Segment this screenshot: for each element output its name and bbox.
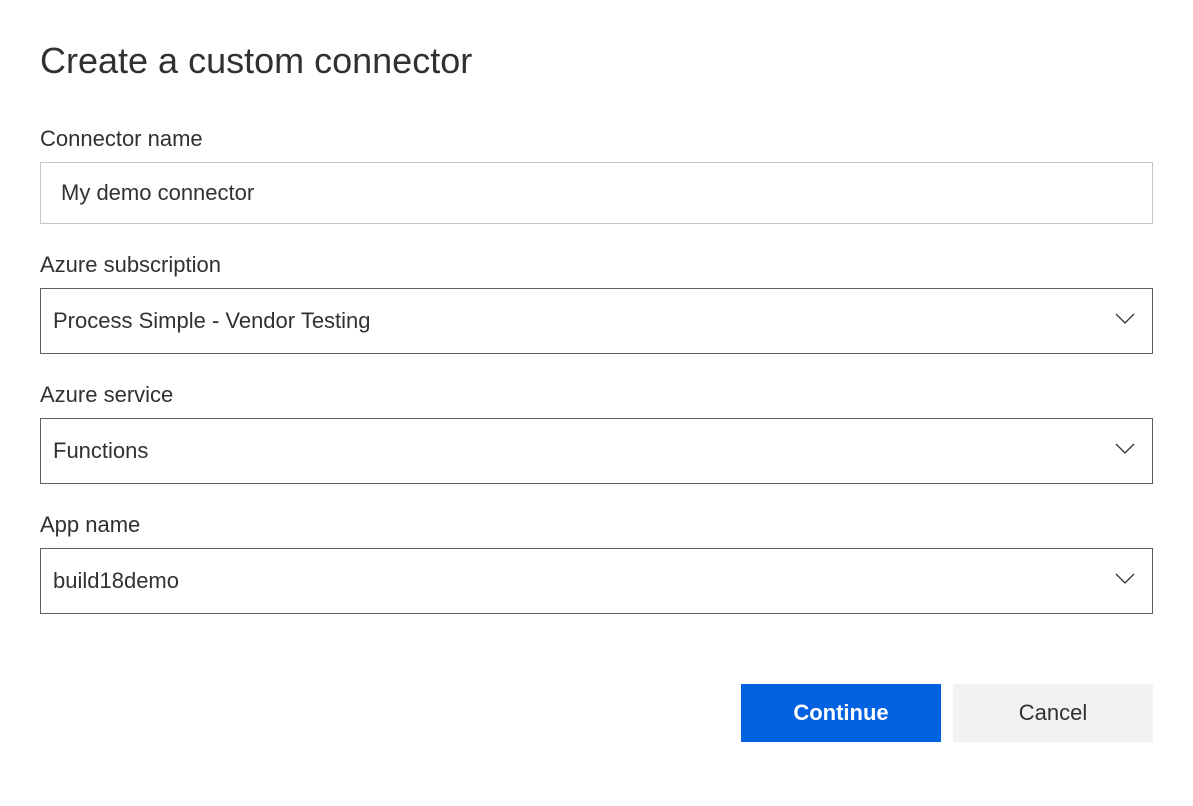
field-azure-subscription: Azure subscription Process Simple - Vend… bbox=[40, 252, 1153, 354]
field-app-name: App name build18demo bbox=[40, 512, 1153, 614]
app-name-select[interactable]: build18demo bbox=[40, 548, 1153, 614]
azure-subscription-select[interactable]: Process Simple - Vendor Testing bbox=[40, 288, 1153, 354]
azure-service-value: Functions bbox=[53, 438, 148, 464]
field-azure-service: Azure service Functions bbox=[40, 382, 1153, 484]
azure-service-select[interactable]: Functions bbox=[40, 418, 1153, 484]
field-connector-name: Connector name bbox=[40, 126, 1153, 224]
azure-service-label: Azure service bbox=[40, 382, 1153, 408]
app-name-label: App name bbox=[40, 512, 1153, 538]
azure-subscription-label: Azure subscription bbox=[40, 252, 1153, 278]
continue-button[interactable]: Continue bbox=[741, 684, 941, 742]
app-name-value: build18demo bbox=[53, 568, 179, 594]
button-row: Continue Cancel bbox=[40, 684, 1153, 742]
connector-name-label: Connector name bbox=[40, 126, 1153, 152]
cancel-button[interactable]: Cancel bbox=[953, 684, 1153, 742]
connector-name-input[interactable] bbox=[40, 162, 1153, 224]
azure-subscription-value: Process Simple - Vendor Testing bbox=[53, 308, 371, 334]
page-title: Create a custom connector bbox=[40, 40, 1153, 82]
